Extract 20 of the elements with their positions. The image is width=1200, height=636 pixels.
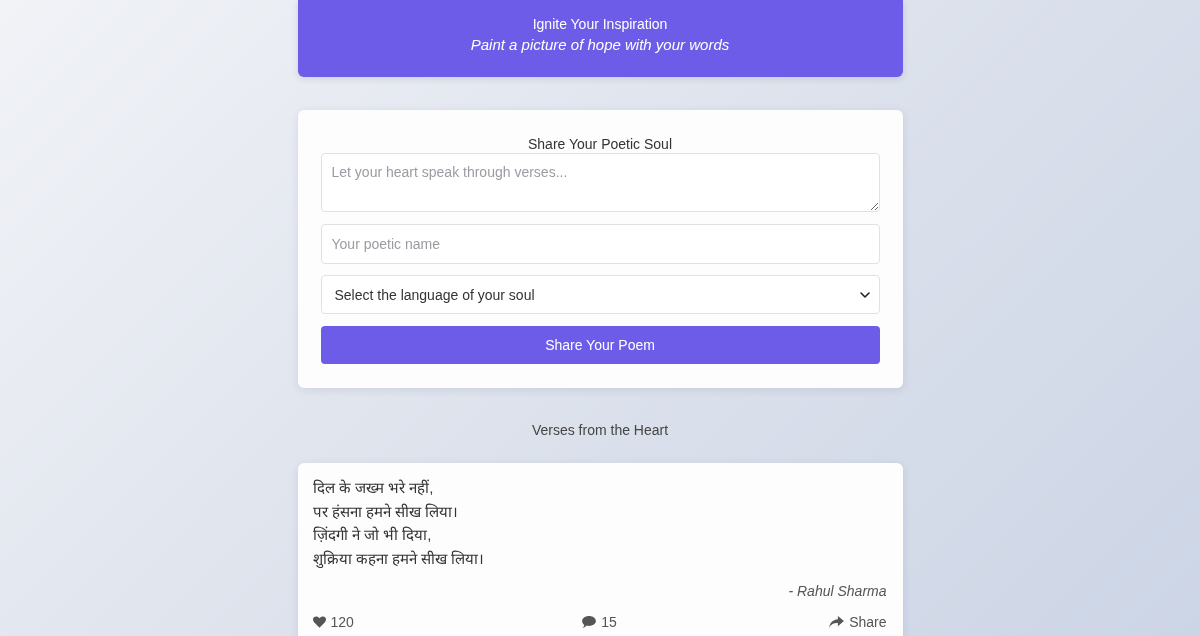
share-poem-button[interactable]: Share Your Poem	[320, 326, 880, 364]
heart-icon	[312, 616, 326, 628]
banner-title: Ignite Your Inspiration	[531, 15, 669, 34]
poem-textarea[interactable]: Let your heart speak through verses...	[320, 153, 880, 212]
section-title: Verses from the Heart	[530, 421, 670, 440]
share-arrow-icon	[829, 616, 845, 628]
poem-line: ज़िंदगी ने जो भी दिया,	[312, 525, 433, 545]
speech-bubble-icon	[582, 616, 597, 628]
poem-author: - Rahul Sharma	[788, 582, 887, 601]
like-button[interactable]: 120	[312, 612, 354, 632]
poem-line: पर हंसना हमने सीख लिया।	[312, 501, 460, 522]
form-title: Share Your Poetic Soul	[527, 135, 673, 153]
comment-button[interactable]: 15	[582, 612, 617, 632]
name-input[interactable]: Your poetic name	[320, 224, 880, 264]
poem-line: शुक्रिया कहना हमने सीख लिया।	[312, 548, 486, 570]
poem-line: दिल के जख्म भरे नहीं,	[312, 478, 435, 498]
language-select[interactable]: Select the language of your soul	[320, 275, 880, 314]
chevron-down-icon	[859, 291, 870, 298]
banner-subtitle: Paint a picture of hope with your words	[469, 35, 731, 55]
share-button[interactable]: Share	[829, 612, 887, 632]
